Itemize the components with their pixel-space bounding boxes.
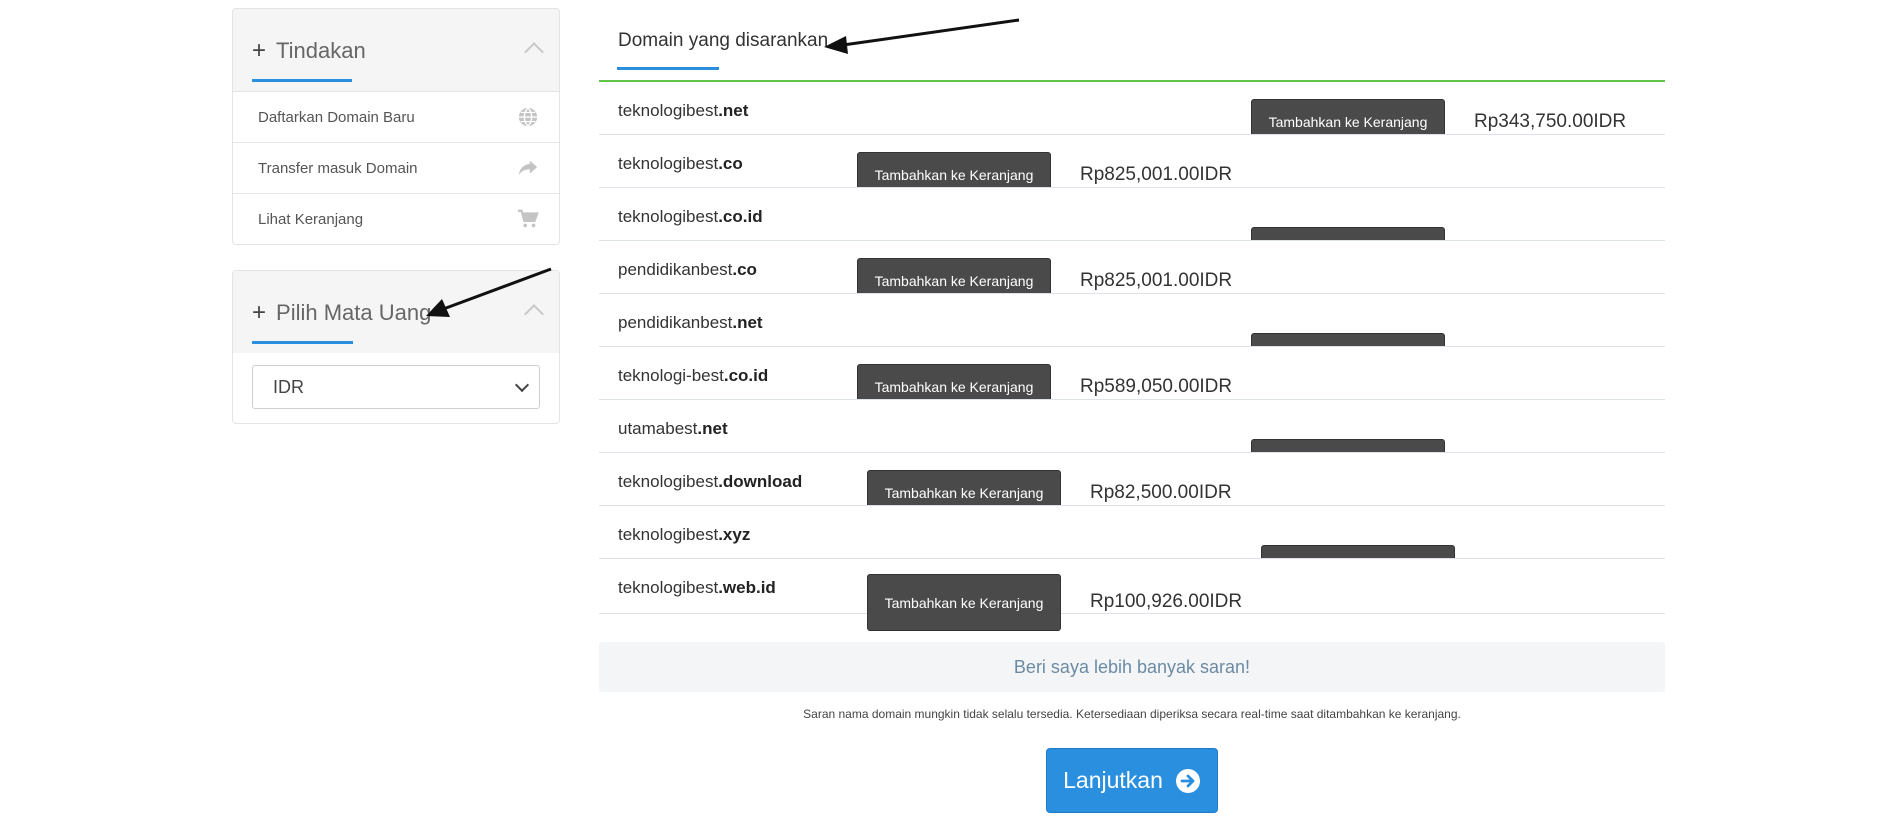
sidebar-item-register-domain[interactable]: Daftarkan Domain Baru [233,91,559,142]
add-to-cart-button[interactable]: Tambahkan ke Keranjang [857,258,1051,293]
domain-name: pendidikanbest.co [618,260,757,279]
add-to-cart-button[interactable]: Tambahkan ke Keranjang [1251,99,1445,134]
plus-icon: + [252,37,267,64]
domain-price: Rp100,926.00IDR [1090,591,1243,612]
add-to-cart-button[interactable] [1251,227,1445,240]
domain-price: Rp825,001.00IDR [1080,164,1233,185]
chevron-down-icon [514,377,530,393]
chevron-up-icon[interactable] [524,304,544,324]
table-row: pendidikanbest.net [599,294,1665,347]
actions-panel-title: + Tindakan [252,37,366,65]
currency-panel-title: + Pilih Mata Uang [252,299,431,327]
globe-icon [518,106,538,128]
table-row: teknologibest.co Tambahkan ke Keranjang … [599,135,1665,188]
sidebar-item-label: Lihat Keranjang [258,210,364,228]
more-suggestions-button[interactable]: Beri saya lebih banyak saran! [599,642,1665,692]
plus-icon: + [252,299,267,326]
domain-name: pendidikanbest.net [618,313,763,332]
currency-title-text: Pilih Mata Uang [276,300,432,325]
domain-name: teknologi-best.co.id [618,366,769,385]
domain-price: Rp343,750.00IDR [1474,111,1627,132]
currency-select-wrap: IDR [233,353,559,423]
table-row: teknologibest.download Tambahkan ke Kera… [599,453,1665,506]
domain-name: teknologibest.web.id [618,578,776,597]
continue-button[interactable]: Lanjutkan [1046,748,1218,813]
add-to-cart-button[interactable]: Tambahkan ke Keranjang [857,152,1051,187]
table-row: teknologibest.co.id [599,188,1665,241]
sidebar-item-view-cart[interactable]: Lihat Keranjang [233,193,559,244]
currency-panel-header[interactable]: + Pilih Mata Uang [233,271,559,353]
currency-selected-value: IDR [273,376,304,397]
tab-underline [617,67,719,70]
annotation-arrow [824,18,1020,54]
sidebar-item-label: Transfer masuk Domain [258,159,418,177]
domain-price: Rp589,050.00IDR [1080,376,1233,397]
actions-title-text: Tindakan [276,38,366,63]
domain-price: Rp825,001.00IDR [1080,270,1233,291]
domain-name: teknologibest.net [618,101,749,120]
table-row: teknologibest.net Tambahkan ke Keranjang… [599,82,1665,135]
actions-panel-header[interactable]: + Tindakan [233,9,559,91]
add-to-cart-button[interactable] [1251,333,1445,346]
add-to-cart-button[interactable] [1261,545,1455,558]
domain-price: Rp82,500.00IDR [1090,482,1232,503]
table-row: teknologibest.web.id Tambahkan ke Keranj… [599,559,1665,631]
add-to-cart-button[interactable]: Tambahkan ke Keranjang [857,364,1051,399]
currency-panel: + Pilih Mata Uang IDR [232,270,560,424]
tab-suggested-domains[interactable]: Domain yang disarankan [618,30,828,52]
title-underline [252,341,353,344]
share-arrow-icon [518,160,538,175]
add-to-cart-button[interactable]: Tambahkan ke Keranjang [867,470,1061,505]
table-row: teknologibest.xyz [599,506,1665,559]
continue-label: Lanjutkan [1063,767,1163,793]
title-underline [252,79,352,82]
sidebar-item-transfer-domain[interactable]: Transfer masuk Domain [233,142,559,193]
currency-select[interactable]: IDR [252,365,540,409]
sidebar-item-label: Daftarkan Domain Baru [258,108,415,126]
table-row: pendidikanbest.co Tambahkan ke Keranjang… [599,241,1665,294]
cart-icon [517,209,539,228]
domain-name: teknologibest.download [618,472,803,491]
arrow-right-circle-icon [1175,768,1200,793]
chevron-up-icon[interactable] [524,42,544,62]
table-row: utamabest.net [599,400,1665,453]
actions-panel: + Tindakan Daftarkan Domain Baru Transfe… [232,8,560,245]
domain-name: utamabest.net [618,419,728,438]
add-to-cart-button[interactable] [1251,439,1445,452]
suggestion-disclaimer: Saran nama domain mungkin tidak selalu t… [803,707,1461,721]
domain-name: teknologibest.co [618,154,743,173]
add-to-cart-button[interactable]: Tambahkan ke Keranjang [867,574,1061,631]
domain-name: teknologibest.xyz [618,525,751,544]
domain-name: teknologibest.co.id [618,207,763,226]
table-row: teknologi-best.co.id Tambahkan ke Keranj… [599,347,1665,400]
